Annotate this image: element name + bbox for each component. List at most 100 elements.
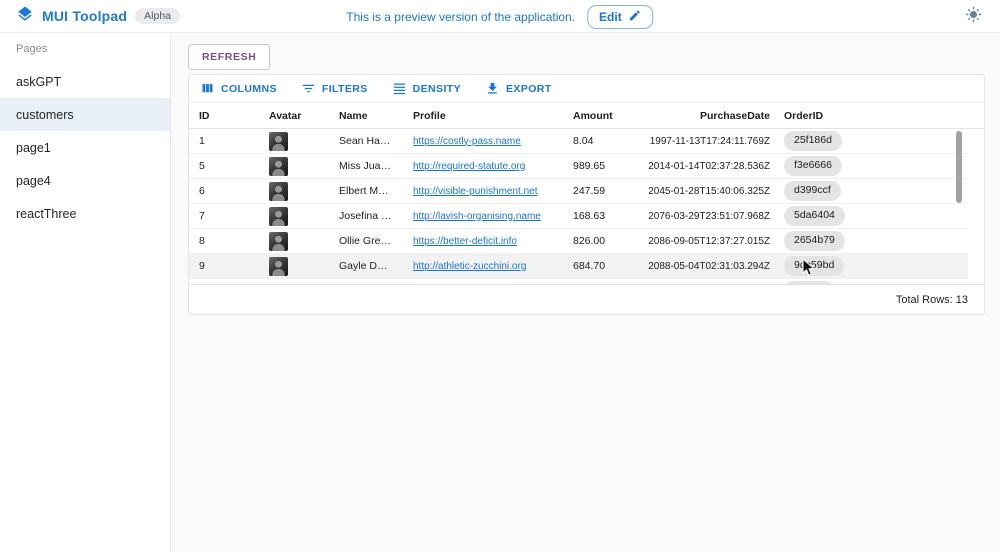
cell-avatar [259,207,329,226]
cell-order-id: 9dc59bd [780,256,968,276]
cell-name: Gayle Den... [329,260,403,272]
cell-profile: https://better-deficit.info [403,236,563,247]
view-columns-icon [200,81,215,96]
grid-footer: Total Rows: 13 [189,284,984,314]
order-id-chip[interactable]: 5da6404 [784,206,845,226]
cell-avatar [259,132,329,151]
sidebar-item-page4[interactable]: page4 [0,164,170,197]
brand: MUI Toolpad Alpha [16,5,180,28]
cell-id: 1 [189,135,259,147]
cell-amount: 826.00 [563,235,638,247]
column-header-id[interactable]: ID [189,110,259,122]
cell-amount: 989.65 [563,160,638,172]
toolbar-button-label: DENSITY [413,83,461,95]
cell-id: 9 [189,260,259,272]
order-id-chip[interactable]: 2654b79 [784,231,845,251]
toolbar-filters-button[interactable]: FILTERS [297,79,372,98]
table-row[interactable]: 9 Gayle Den... http://athletic-zucchini.or… [189,254,968,279]
topbar: MUI Toolpad Alpha This is a preview vers… [0,0,1000,33]
cell-avatar [259,232,329,251]
sidebar: Pages askGPTcustomerspage1page4reactThre… [0,33,171,552]
cell-profile: http://lavish-organising.name [403,211,563,222]
profile-link[interactable]: https://costly-pass.name [413,136,521,147]
cell-order-id: 5da6404 [780,206,968,226]
cell-order-id: d399ccf [780,181,968,201]
column-header-purchasedate[interactable]: PurchaseDate [638,110,780,122]
avatar-photo-icon [269,232,288,251]
profile-link[interactable]: https://better-deficit.info [413,236,517,247]
table-row[interactable]: 7 Josefina P... http://lavish-organising.n… [189,204,968,229]
cell-order-id: 25f186d [780,131,968,151]
toolbar-density-button[interactable]: DENSITY [388,79,465,98]
preview-banner: This is a preview version of the applica… [346,0,653,33]
order-id-chip[interactable]: f3e6666 [784,156,842,176]
toolbar-button-label: EXPORT [506,83,552,95]
cell-name: Elbert McL... [329,185,403,197]
cell-order-id: f3e6666 [780,156,968,176]
download-icon [485,81,500,96]
cell-order-id: 2654b79 [780,231,968,251]
grid-column-headers: IDAvatarNameProfileAmountPurchaseDateOrd… [189,103,984,129]
sidebar-item-customers[interactable]: customers [0,98,170,131]
sidebar-item-reactThree[interactable]: reactThree [0,197,170,230]
sidebar-item-askGPT[interactable]: askGPT [0,65,170,98]
cell-purchase-date: 2088-05-04T02:31:03.294Z [638,261,780,272]
cell-name: Ollie Green... [329,235,403,247]
preview-banner-text: This is a preview version of the applica… [346,10,575,24]
edit-button[interactable]: Edit [587,5,654,29]
toolbar-button-label: COLUMNS [221,83,277,95]
data-grid: COLUMNS FILTERS DENSITY EXPORT IDAvatarName… [188,74,985,315]
cell-id: 6 [189,185,259,197]
table-row[interactable]: 6 Elbert McL... http://visible-punishment.… [189,179,968,204]
partial-next-row [189,279,984,284]
sidebar-item-page1[interactable]: page1 [0,131,170,164]
cell-id: 7 [189,210,259,222]
grid-toolbar: COLUMNS FILTERS DENSITY EXPORT [189,75,984,103]
cell-avatar [259,182,329,201]
profile-link[interactable]: http://athletic-zucchini.org [413,261,526,272]
toolbar-export-button[interactable]: EXPORT [481,79,556,98]
cell-profile: http://visible-punishment.net [403,186,563,197]
cell-purchase-date: 1997-11-13T17:24:11.769Z [638,136,780,147]
avatar-photo-icon [269,257,288,276]
order-id-chip[interactable]: 9dc59bd [784,256,844,276]
avatar-photo-icon [269,157,288,176]
cell-amount: 247.59 [563,185,638,197]
alpha-badge: Alpha [135,8,180,25]
cell-name: Sean Harris [329,135,403,147]
refresh-button[interactable]: REFRESH [188,44,270,70]
cell-profile: https://costly-pass.name [403,136,563,147]
layers-icon [16,5,34,28]
profile-link[interactable]: http://visible-punishment.net [413,186,538,197]
cell-profile: http://required-statute.org [403,161,563,172]
table-row[interactable]: 1Sean Harrishttps://costly-pass.name8.04… [189,129,968,154]
avatar-photo-icon [269,207,288,226]
order-id-chip[interactable]: d399ccf [784,181,841,201]
cell-purchase-date: 2076-03-29T23:51:07.968Z [638,211,780,222]
filter-list-icon [301,81,316,96]
column-header-orderid[interactable]: OrderID [780,110,984,122]
sun-icon [965,6,982,26]
column-header-profile[interactable]: Profile [403,110,563,122]
density-lines-icon [392,81,407,96]
column-header-amount[interactable]: Amount [563,110,638,122]
app-title: MUI Toolpad [42,8,127,24]
order-id-chip[interactable]: 25f186d [784,131,842,151]
profile-link[interactable]: http://required-statute.org [413,161,525,172]
cell-purchase-date: 2014-01-14T02:37:28.536Z [638,161,780,172]
column-header-avatar[interactable]: Avatar [259,110,329,122]
vertical-scrollbar[interactable] [956,131,962,203]
cell-avatar [259,257,329,276]
toolbar-columns-button[interactable]: COLUMNS [196,79,281,98]
cell-purchase-date: 2086-09-05T12:37:27.015Z [638,236,780,247]
cell-name: Miss Juan ... [329,160,403,172]
profile-link[interactable]: http://lavish-organising.name [413,211,541,222]
table-row[interactable]: 8Ollie Green...https://better-deficit.in… [189,229,968,254]
cell-name: Josefina P... [329,210,403,222]
column-header-name[interactable]: Name [329,110,403,122]
avatar-photo-icon [269,132,288,151]
theme-toggle-button[interactable] [963,4,984,28]
toolbar-button-label: FILTERS [322,83,368,95]
table-row[interactable]: 5Miss Juan ...http://required-statute.or… [189,154,968,179]
cell-avatar [259,157,329,176]
